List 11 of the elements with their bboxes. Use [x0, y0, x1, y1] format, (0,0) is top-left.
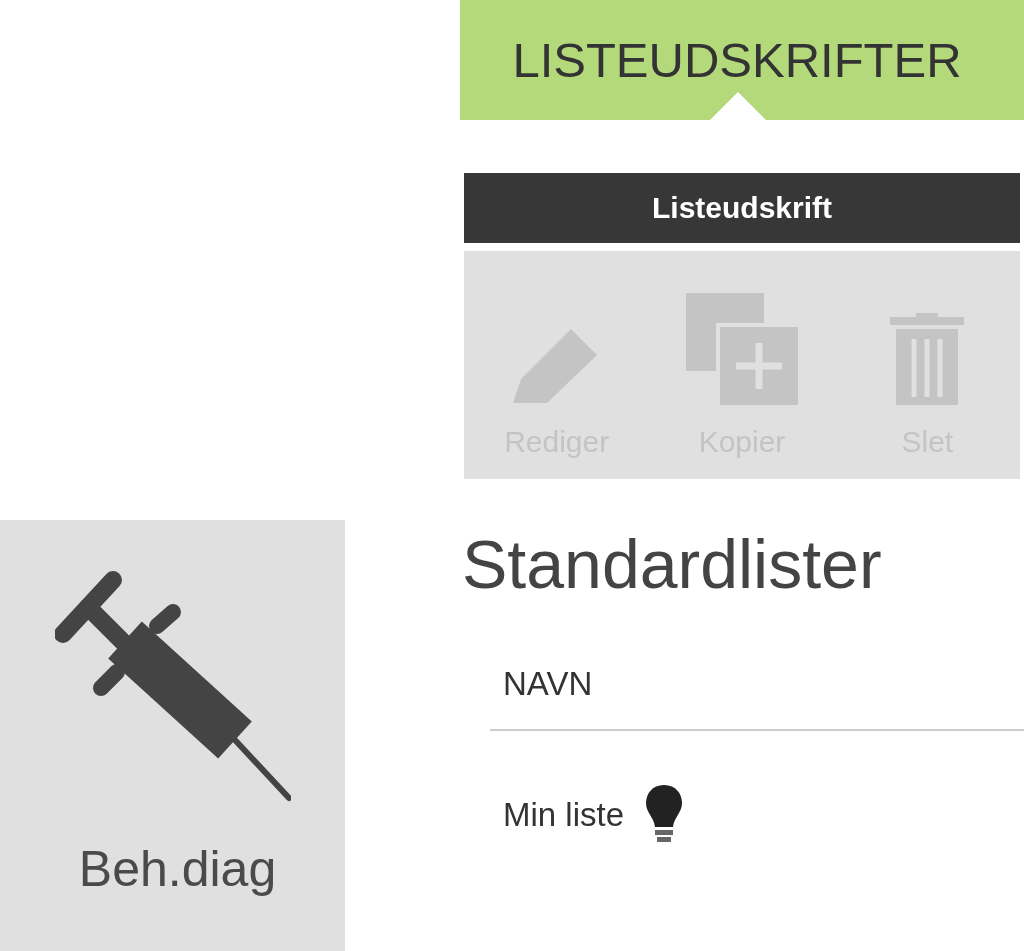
panel-title: LISTEUDSKRIFTER [512, 32, 962, 88]
toolbar-title: Listeudskrift [464, 173, 1020, 243]
list-name[interactable]: Min liste [503, 796, 625, 834]
section-title: Standardlister [462, 525, 883, 603]
copy-plus-icon [686, 293, 798, 405]
pointer-notch [710, 92, 766, 120]
syringe-tile[interactable]: Beh.diag [0, 520, 345, 951]
lightbulb-icon [646, 785, 683, 845]
tile-label: Beh.diag [77, 840, 277, 898]
trash-icon [890, 313, 965, 405]
column-header: NAVN [490, 665, 1024, 731]
